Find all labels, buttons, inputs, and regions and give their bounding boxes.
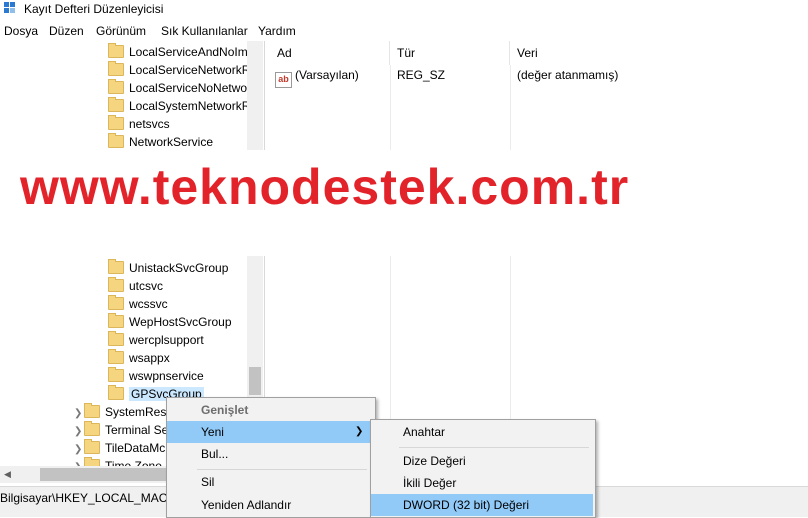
menu-help[interactable]: Yardım	[258, 24, 296, 38]
tree-item[interactable]: WepHostSvcGroup	[108, 313, 232, 331]
tree-item-label: LocalSystemNetworkR	[129, 99, 251, 113]
tree-item[interactable]: wcssvc	[108, 295, 168, 313]
folder-icon	[84, 403, 100, 418]
folder-icon	[108, 331, 124, 346]
tree-item[interactable]: LocalServiceNetworkR	[108, 61, 250, 79]
tree-item-label: LocalServiceNoNetwor	[129, 81, 252, 95]
folder-icon	[108, 295, 124, 310]
scroll-thumb[interactable]	[249, 367, 261, 395]
scroll-left-icon[interactable]: ◀	[4, 469, 11, 480]
watermark-text: www.teknodestek.com.tr	[20, 159, 630, 215]
title-bar: Kayıt Defteri Düzenleyicisi	[0, 0, 808, 20]
submenu-item-binary-value[interactable]: İkili Değer	[371, 472, 593, 494]
tree-item[interactable]: ❯ TileDataMc	[74, 439, 165, 457]
tree-item[interactable]: LocalServiceNoNetwor	[108, 79, 251, 97]
menu-separator	[197, 469, 367, 470]
folder-icon	[84, 439, 100, 454]
tree-item[interactable]: netsvcs	[108, 115, 170, 133]
folder-icon	[108, 259, 124, 274]
tree-item-label: wcssvc	[129, 297, 168, 311]
folder-icon	[108, 349, 124, 364]
tree-item-label: UnistackSvcGroup	[129, 261, 229, 275]
folder-icon	[108, 133, 124, 148]
tree-item-label: LocalServiceNetworkR	[129, 63, 251, 77]
folder-icon	[108, 79, 124, 94]
tree-item-label: utcsvc	[129, 279, 164, 293]
context-menu: Genişlet Yeni ❯ Bul... Sil Yeniden Adlan…	[166, 397, 376, 518]
folder-icon	[108, 277, 124, 292]
folder-icon	[108, 61, 124, 76]
tree-item[interactable]: ❯ SystemRes	[74, 403, 166, 421]
tree-item[interactable]: ❯ Terminal Se	[74, 421, 168, 439]
new-submenu: Anahtar Dize Değeri İkili Değer DWORD (3…	[370, 419, 596, 518]
menu-item-new-label: Yeni	[201, 425, 224, 439]
column-divider	[390, 65, 391, 475]
tree-item[interactable]: wswpnservice	[108, 367, 204, 385]
folder-icon	[108, 115, 124, 130]
submenu-item-dword-value[interactable]: DWORD (32 bit) Değeri	[371, 494, 593, 516]
menu-bar: Dosya Düzen Görünüm Sık Kullanılanlar Ya…	[0, 21, 808, 41]
tree-item-label: wercplsupport	[129, 333, 204, 347]
menu-item-rename[interactable]: Yeniden Adlandır	[167, 494, 373, 516]
tree-item-label: NetworkService	[129, 135, 214, 149]
tree-item[interactable]: NetworkService	[108, 133, 213, 151]
menu-edit[interactable]: Düzen	[49, 24, 84, 38]
column-header-type[interactable]: Tür	[390, 41, 510, 65]
tree-item-label: netsvcs	[129, 117, 170, 131]
tree-item[interactable]: LocalServiceAndNoIm	[108, 43, 248, 61]
tree-item[interactable]: utcsvc	[108, 277, 163, 295]
menu-item-delete[interactable]: Sil	[167, 471, 373, 493]
registry-editor-icon	[4, 2, 16, 14]
folder-icon	[108, 367, 124, 382]
folder-icon	[108, 385, 124, 400]
tree-item[interactable]: wercplsupport	[108, 331, 204, 349]
submenu-arrow-icon: ❯	[355, 426, 364, 437]
tree-item-label: WepHostSvcGroup	[129, 315, 232, 329]
window-title: Kayıt Defteri Düzenleyicisi	[24, 2, 164, 16]
column-header-name[interactable]: Ad	[270, 41, 390, 65]
string-value-icon: ab	[275, 72, 292, 88]
tree-item-label: LocalServiceAndNoIm	[129, 45, 248, 59]
tree-item-label: Terminal Se	[105, 423, 169, 437]
folder-icon	[108, 43, 124, 58]
tree-item[interactable]: LocalSystemNetworkR	[108, 97, 250, 115]
status-path: Bilgisayar\HKEY_LOCAL_MACH	[0, 491, 177, 505]
value-type: REG_SZ	[397, 68, 446, 82]
menu-favorites[interactable]: Sık Kullanılanlar	[161, 24, 248, 38]
submenu-item-string-value[interactable]: Dize Değeri	[371, 450, 593, 472]
value-data: (değer atanmamış)	[517, 68, 619, 82]
column-divider	[510, 65, 511, 475]
folder-icon	[84, 421, 100, 436]
tree-item-label: SystemRes	[105, 405, 167, 419]
tree-item-label: TileDataMc	[105, 441, 166, 455]
menu-item-new[interactable]: Yeni ❯	[167, 421, 373, 443]
folder-icon	[108, 97, 124, 112]
menu-item-expand[interactable]: Genişlet	[167, 399, 373, 421]
menu-file[interactable]: Dosya	[4, 24, 38, 38]
tree-item[interactable]: UnistackSvcGroup	[108, 259, 228, 277]
tree-item-label: wsappx	[129, 351, 170, 365]
value-row-name[interactable]: ab (Varsayılan)	[275, 68, 359, 88]
tree-item[interactable]: wsappx	[108, 349, 170, 367]
tree-item-label: wswpnservice	[129, 369, 204, 383]
menu-item-find[interactable]: Bul...	[167, 443, 373, 465]
value-name: (Varsayılan)	[295, 68, 359, 82]
menu-view[interactable]: Görünüm	[96, 24, 146, 38]
submenu-item-key[interactable]: Anahtar	[371, 421, 593, 443]
column-header-data[interactable]: Veri	[510, 41, 808, 65]
menu-separator	[399, 447, 589, 448]
folder-icon	[108, 313, 124, 328]
